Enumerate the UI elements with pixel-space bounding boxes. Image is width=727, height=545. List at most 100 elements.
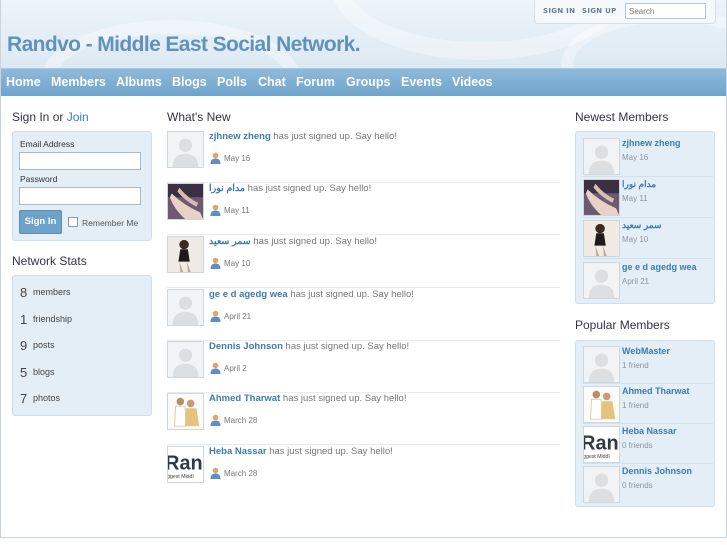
stat-friendship-count: 1 (20, 312, 28, 327)
nav-groups[interactable]: Groups (346, 75, 390, 89)
feed-date: March 28 (224, 469, 258, 478)
stat-posts-label[interactable]: posts (33, 340, 55, 350)
feed-user-link[interactable]: ge e d agedg wea (209, 289, 288, 300)
nav-events[interactable]: Events (401, 75, 442, 89)
member-date: May 16 (622, 153, 649, 162)
feed-user-link[interactable]: سمر سعيد (209, 236, 251, 247)
member-name-link[interactable]: سمر سعيد (622, 220, 662, 231)
feed-user-link[interactable]: Ahmed Tharwat (209, 393, 280, 404)
user-icon (210, 467, 221, 479)
stat-friendship-label[interactable]: friendship (33, 314, 72, 324)
avatar[interactable] (167, 393, 204, 430)
avatar[interactable]: Ran ggest Middl (583, 426, 620, 463)
site-title[interactable]: Randvo - Middle East Social Network. (7, 33, 361, 57)
member-item: Ahmed Tharwat 1 friend (583, 386, 713, 424)
nav-blogs[interactable]: Blogs (172, 75, 207, 89)
user-icon (210, 204, 221, 216)
member-friend-count: 0 friends (622, 481, 653, 490)
user-icon (210, 152, 221, 164)
avatar[interactable] (167, 131, 204, 168)
nav-members[interactable]: Members (51, 75, 106, 89)
divider (583, 176, 713, 177)
nav-albums[interactable]: Albums (116, 75, 162, 89)
svg-text:ggest Middl: ggest Middl (168, 474, 194, 480)
member-friend-count: 0 friends (622, 441, 653, 450)
nav-home[interactable]: Home (6, 75, 41, 89)
sign-up-link[interactable]: SIGN UP (582, 7, 617, 15)
avatar[interactable] (167, 341, 204, 378)
stat-members-count: 8 (20, 285, 28, 300)
feed-date: April 21 (224, 312, 252, 321)
avatar[interactable] (167, 183, 204, 220)
feed-date: April 2 (224, 364, 247, 373)
avatar[interactable]: Ran ggest Middl (167, 446, 204, 483)
avatar[interactable] (583, 386, 620, 423)
join-link[interactable]: Join (67, 110, 89, 124)
avatar[interactable] (583, 346, 620, 383)
user-icon (210, 310, 221, 322)
user-icon (210, 362, 221, 374)
avatar[interactable] (583, 466, 620, 503)
member-name-link[interactable]: Dennis Johnson (622, 466, 692, 476)
member-date: May 11 (622, 194, 648, 203)
member-date: April 21 (622, 277, 650, 286)
svg-text:Ran: Ran (168, 453, 203, 475)
member-name-link[interactable]: Ahmed Tharwat (622, 386, 690, 396)
avatar[interactable] (167, 236, 204, 273)
member-name-link[interactable]: مدام نورا (622, 179, 656, 190)
svg-text:Ran: Ran (584, 433, 619, 455)
feed-date: May 16 (224, 154, 251, 163)
avatar[interactable] (167, 289, 204, 326)
stat-posts-count: 9 (20, 338, 28, 353)
member-item: zjhnew zheng May 16 (583, 138, 713, 176)
member-name-link[interactable]: WebMaster (622, 346, 670, 356)
sign-in-link[interactable]: SIGN IN (543, 7, 575, 15)
member-item: Ran ggest Middl Heba Nassar 0 friends (583, 426, 713, 464)
popular-members-heading: Popular Members (575, 318, 670, 332)
password-field[interactable] (19, 187, 141, 205)
newest-members-heading: Newest Members (575, 110, 669, 124)
divider (583, 383, 713, 384)
feed-date: May 10 (224, 259, 251, 268)
sign-in-button[interactable]: Sign In (19, 210, 62, 234)
remember-me-checkbox[interactable] (68, 217, 78, 227)
stat-photos-count: 7 (20, 391, 28, 406)
nav-videos[interactable]: Videos (452, 75, 493, 89)
email-field[interactable] (19, 152, 141, 170)
member-friend-count: 1 friend (622, 401, 649, 410)
stat-blogs-label[interactable]: blogs (33, 367, 55, 377)
member-name-link[interactable]: ge e d agedg wea (622, 262, 697, 272)
nav-forum[interactable]: Forum (296, 75, 335, 89)
feed-user-link[interactable]: Dennis Johnson (209, 341, 283, 352)
svg-text:ggest Middl: ggest Middl (584, 454, 610, 460)
member-date: May 10 (622, 235, 649, 244)
feed-user-link[interactable]: مدام نورا (209, 183, 245, 194)
main-nav: Home Members Albums Blogs Polls Chat For… (1, 68, 726, 96)
remember-me-label: Remember Me (82, 218, 139, 228)
top-account-bar: SIGN IN SIGN UP (534, 0, 716, 24)
whats-new-heading: What's New (167, 110, 231, 124)
member-name-link[interactable]: zjhnew zheng (622, 138, 681, 148)
avatar[interactable] (583, 138, 620, 175)
signin-heading: Sign In or Join (12, 110, 89, 124)
avatar[interactable] (583, 262, 620, 299)
stat-members-label[interactable]: members (33, 287, 71, 297)
divider (583, 463, 713, 464)
feed-item: Ran ggest Middl Heba Nassar has just sign… (167, 446, 560, 498)
search-input[interactable] (625, 3, 706, 19)
user-icon (210, 257, 221, 269)
avatar[interactable] (583, 179, 620, 216)
stat-photos-label[interactable]: photos (33, 393, 60, 403)
avatar[interactable] (583, 220, 620, 257)
feed-date: March 28 (224, 416, 258, 425)
password-label: Password (20, 174, 58, 184)
member-name-link[interactable]: Heba Nassar (622, 426, 677, 436)
nav-polls[interactable]: Polls (217, 75, 247, 89)
network-stats-heading: Network Stats (12, 254, 87, 268)
feed-user-link[interactable]: Heba Nassar (209, 446, 267, 457)
divider (583, 423, 713, 424)
feed-user-link[interactable]: zjhnew zheng (209, 131, 271, 142)
stat-blogs-count: 5 (20, 365, 28, 380)
email-label: Email Address (20, 139, 75, 149)
nav-chat[interactable]: Chat (258, 75, 286, 89)
